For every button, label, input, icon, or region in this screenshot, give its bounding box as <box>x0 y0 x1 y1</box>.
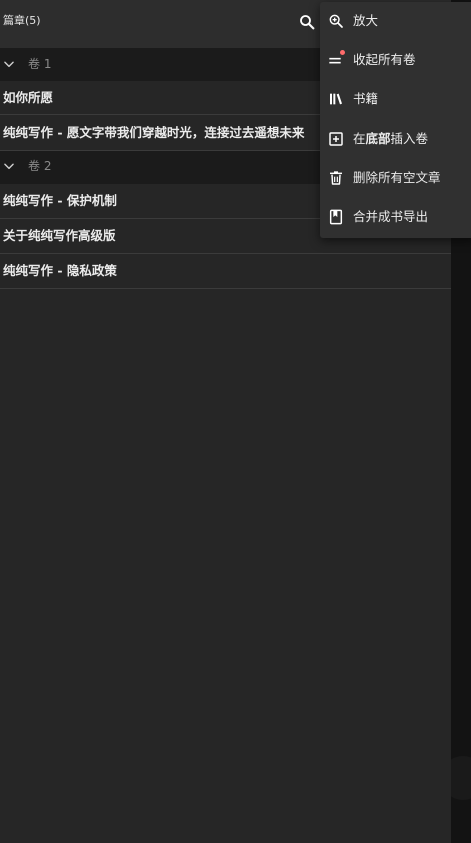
library-books-icon <box>330 93 342 105</box>
overflow-menu: 放大 收起所有卷 书籍 在底部插入卷 删除所有空文章 合并成书导出 <box>320 2 471 238</box>
search-button[interactable] <box>294 9 320 35</box>
chapter-title: 纯纯写作 - 保护机制 <box>3 193 117 208</box>
menu-item-zoom-in[interactable]: 放大 <box>320 2 471 41</box>
menu-item-label: 书籍 <box>353 91 379 106</box>
chapter-title: 纯纯写作 - 隐私政策 <box>3 263 117 278</box>
chevron-down-icon[interactable] <box>2 57 16 71</box>
trash-icon <box>330 171 342 185</box>
notification-dot <box>340 50 345 55</box>
menu-item-collapse-all[interactable]: 收起所有卷 <box>320 41 471 80</box>
menu-item-label: 合并成书导出 <box>353 209 429 224</box>
menu-item-label: 放大 <box>353 13 379 28</box>
menu-item-label: 删除所有空文章 <box>353 170 441 185</box>
chapter-title: 关于纯纯写作高级版 <box>3 228 116 243</box>
volume-label: 卷 2 <box>28 159 52 173</box>
app-root: 篇章(5) 卷 1 如你所愿 纯纯写作 - 愿文字带我们穿越时光，连接过去遥想未… <box>0 0 471 843</box>
panel-title: 篇章(5) <box>3 14 41 27</box>
chapter-title: 如你所愿 <box>3 90 54 105</box>
zoom-in-icon <box>329 14 343 28</box>
book-bookmark-icon <box>329 209 343 225</box>
menu-item-insert-volume[interactable]: 在底部插入卷 <box>320 120 471 159</box>
menu-item-label: 在底部插入卷 <box>353 131 429 146</box>
menu-item-books[interactable]: 书籍 <box>320 80 471 119</box>
menu-item-merge-export[interactable]: 合并成书导出 <box>320 198 471 237</box>
chapter-title: 纯纯写作 - 愿文字带我们穿越时光，连接过去遥想未来 <box>3 125 305 140</box>
menu-item-label: 收起所有卷 <box>353 52 416 67</box>
volume-label: 卷 1 <box>28 57 52 71</box>
chevron-down-icon[interactable] <box>2 159 16 173</box>
search-icon <box>300 15 315 30</box>
menu-item-delete-empty[interactable]: 删除所有空文章 <box>320 159 471 198</box>
chapter-row[interactable]: 纯纯写作 - 隐私政策 <box>0 254 451 289</box>
add-box-icon <box>329 132 343 146</box>
